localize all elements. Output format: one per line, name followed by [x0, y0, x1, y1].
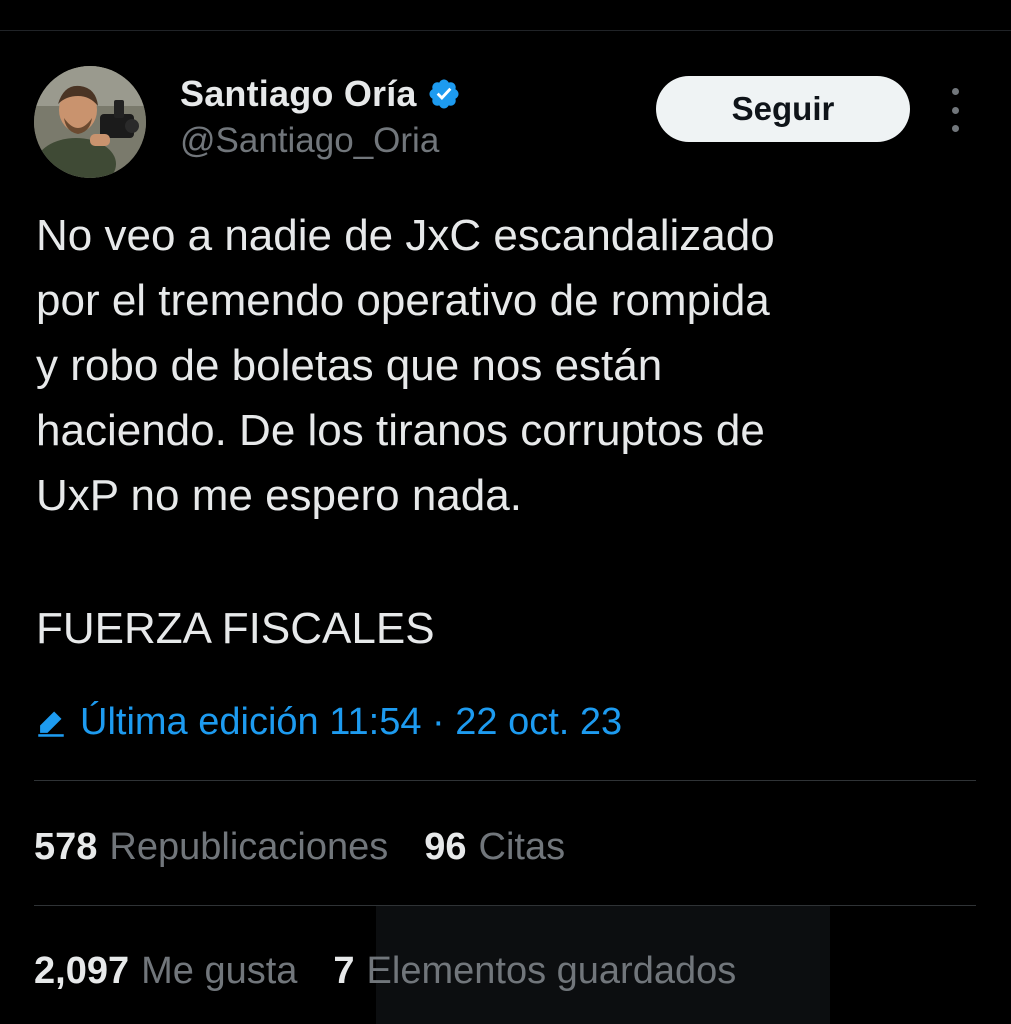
reposts-stat[interactable]: 578 Republicaciones	[34, 826, 388, 869]
edit-history-link[interactable]: Última edición 11:54 · 22 oct. 23	[34, 694, 622, 750]
quotes-label: Citas	[478, 825, 566, 868]
reposts-label: Republicaciones	[109, 825, 389, 868]
stats-row-engagement: 2,097 Me gusta 7 Elementos guardados	[34, 941, 736, 1001]
dot	[951, 88, 959, 95]
likes-stat[interactable]: 2,097 Me gusta	[34, 950, 297, 993]
tweet-line: por el tremendo operativo de rompida	[36, 276, 770, 325]
tweet-line: No veo a nadie de JxC escandalizado	[36, 211, 775, 260]
quotes-stat[interactable]: 96 Citas	[424, 826, 565, 869]
tweet-line: haciendo. De los tiranos corruptos de	[36, 406, 765, 455]
edit-history-label: Última edición 11:54 · 22 oct. 23	[80, 700, 623, 743]
author-name-row: Santiago Oría	[180, 70, 461, 118]
tweet-body: No veo a nadie de JxC escandalizado por …	[36, 203, 936, 528]
author-handle[interactable]: @Santiago_Oria	[180, 121, 439, 161]
reposts-count: 578	[34, 825, 98, 868]
avatar-photo-icon	[34, 66, 146, 178]
verified-badge-icon[interactable]	[427, 77, 461, 111]
author-display-name[interactable]: Santiago Oría	[180, 73, 417, 115]
tweet-line: UxP no me espero nada.	[36, 471, 522, 520]
bookmarks-stat[interactable]: 7 Elementos guardados	[333, 950, 736, 993]
follow-button[interactable]: Seguir	[656, 76, 910, 142]
tweet-closing-line: FUERZA FISCALES	[36, 604, 435, 653]
quotes-count: 96	[424, 825, 467, 868]
bookmarks-count: 7	[333, 949, 355, 992]
author-avatar[interactable]	[34, 66, 146, 178]
top-divider	[0, 30, 1011, 31]
tweet-line: y robo de boletas que nos están	[36, 341, 663, 390]
stats-divider-top	[34, 780, 976, 781]
dot	[951, 125, 959, 132]
more-options-icon[interactable]	[940, 88, 970, 132]
stats-row-shares: 578 Republicaciones 96 Citas	[34, 817, 565, 877]
dot	[951, 106, 959, 114]
likes-count: 2,097	[34, 949, 130, 992]
likes-label: Me gusta	[141, 949, 298, 992]
bookmarks-label: Elementos guardados	[366, 949, 737, 992]
pencil-icon	[34, 705, 68, 739]
